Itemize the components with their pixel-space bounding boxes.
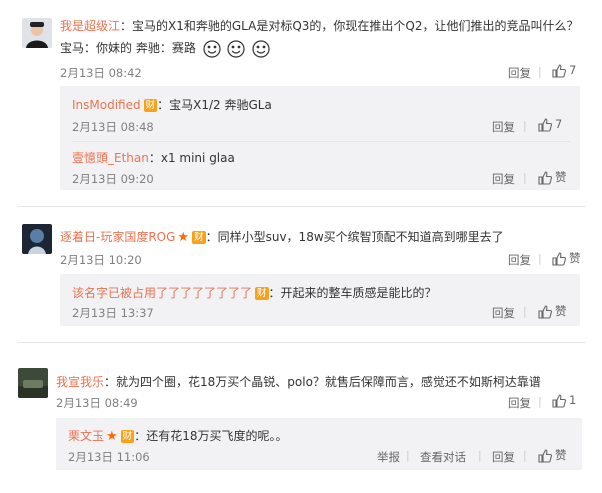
comment-text: 我是超级江：宝马的X1和奔驰的GLA是对标Q3的，你现在推出个Q2，让他们推出的… — [60, 19, 579, 33]
action-divider: | — [523, 449, 527, 462]
reply-time: 2月13日 11:06 — [68, 450, 150, 464]
like-button[interactable]: 赞 — [538, 169, 567, 185]
reply-button[interactable]: 回复 — [508, 65, 531, 81]
view-conversation-button[interactable]: 查看对话 — [420, 449, 466, 465]
reply-time: 2月13日 09:20 — [72, 172, 154, 186]
username-link[interactable]: 栗文玉 — [68, 429, 104, 443]
reply-time: 2月13日 13:37 — [72, 306, 154, 320]
comment-time: 2月13日 10:20 — [60, 253, 142, 267]
comment-time: 2月13日 08:42 — [60, 66, 142, 80]
username-link[interactable]: 壹憶頭_Ethan — [72, 151, 149, 165]
vip-badge-icon: 财 — [120, 430, 135, 443]
action-divider: | — [538, 65, 542, 78]
thumb-up-icon — [538, 117, 552, 132]
action-divider: | — [523, 305, 527, 318]
vip-badge-icon: 财 — [255, 287, 269, 300]
reply-button[interactable]: 回复 — [492, 449, 515, 465]
reply-text: 栗文玉 ★ 财：还有花18万买飞度的呢。。 — [68, 429, 288, 444]
like-button[interactable]: 赞 — [552, 250, 581, 266]
username-link[interactable]: 我宣我乐 — [56, 375, 104, 389]
avatar[interactable] — [22, 18, 52, 48]
username-link[interactable]: 逐着日-玩家国度ROG — [60, 230, 175, 244]
action-divider: | — [523, 119, 527, 132]
reply-text: 该名字已被占用了了了了了了了了财：开起来的整车质感是能比的？ — [72, 286, 437, 300]
username-link[interactable]: InsModified — [72, 98, 141, 112]
emoji-icon — [203, 39, 221, 58]
reply-button[interactable]: 回复 — [492, 119, 515, 135]
report-button[interactable]: 举报 — [377, 449, 400, 465]
avatar[interactable] — [22, 224, 52, 254]
thumb-up-icon — [552, 251, 566, 266]
thumb-up-icon — [538, 304, 552, 319]
like-button[interactable]: 赞 — [538, 303, 567, 319]
emoji-icon — [227, 39, 246, 58]
reply-button[interactable]: 回复 — [492, 171, 515, 187]
reply-time: 2月13日 08:48 — [72, 120, 154, 134]
vip-badge-icon: 财 — [192, 231, 206, 244]
like-button[interactable]: 赞 — [538, 447, 567, 463]
action-divider: | — [538, 395, 542, 408]
like-button[interactable]: 7 — [538, 117, 562, 132]
like-button[interactable]: 7 — [552, 63, 576, 78]
vip-badge-icon: 财 — [143, 99, 158, 112]
action-divider: | — [523, 171, 527, 184]
divider — [18, 342, 586, 343]
comment-text-line2: 宝马：你妹的 奔驰：赛路 — [60, 39, 270, 58]
star-icon: ★ — [177, 230, 190, 245]
thumb-up-icon — [552, 393, 566, 408]
comment-text: 逐着日-玩家国度ROG ★ 财：同样小型suv，18w买个缤智顶配不知道高到哪里去了 — [60, 230, 504, 245]
username-link[interactable]: 我是超级江 — [60, 19, 120, 33]
thumb-up-icon — [538, 170, 552, 185]
username-link[interactable]: 该名字已被占用了了了了了了了了 — [72, 286, 252, 300]
action-divider: | — [406, 449, 410, 462]
reply-text: InsModified 财：宝马X1/2 奔驰GLa — [72, 98, 272, 112]
reply-button[interactable]: 回复 — [508, 395, 531, 411]
emoji-icon — [252, 39, 270, 58]
comment-text: 我宣我乐：就为四个圈，花18万买个晶锐、polo？就售后保障而言，感觉还不如斯柯… — [56, 375, 541, 389]
avatar[interactable] — [18, 368, 48, 398]
action-divider: | — [538, 252, 542, 265]
thumb-up-icon — [538, 448, 552, 463]
divider — [18, 206, 586, 207]
like-button[interactable]: 1 — [552, 393, 576, 408]
thumb-up-icon — [552, 63, 566, 78]
reply-button[interactable]: 回复 — [508, 252, 531, 268]
reply-button[interactable]: 回复 — [492, 305, 515, 321]
reply-text: 壹憶頭_Ethan：x1 mini glaa — [72, 151, 235, 165]
divider — [72, 141, 570, 142]
action-divider: | — [478, 449, 482, 462]
star-icon: ★ — [106, 429, 118, 444]
comment-time: 2月13日 08:49 — [56, 396, 138, 410]
